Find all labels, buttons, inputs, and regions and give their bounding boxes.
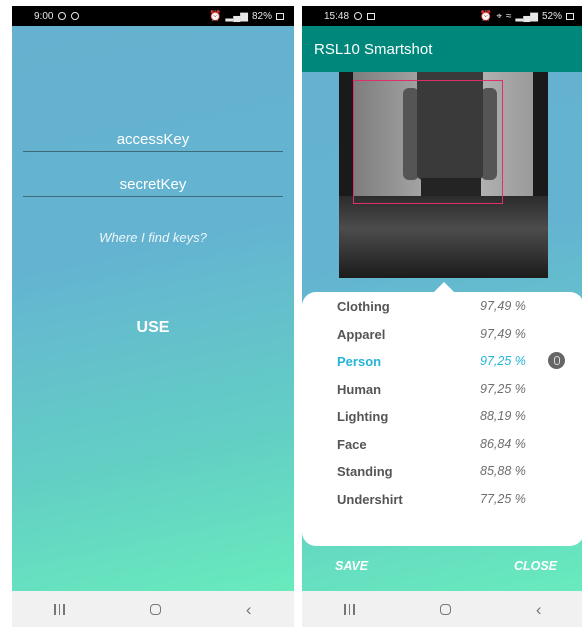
recent-apps-icon[interactable] bbox=[344, 603, 355, 615]
label-confidence: 85,88 % bbox=[480, 464, 526, 478]
secret-key-field[interactable]: secretKey bbox=[23, 176, 283, 197]
close-button[interactable]: CLOSE bbox=[514, 559, 557, 573]
back-icon[interactable]: ‹ bbox=[536, 601, 542, 618]
label-row[interactable]: Clothing 97,49 % bbox=[302, 297, 582, 317]
label-name: Human bbox=[337, 381, 382, 397]
status-time: 9:00 bbox=[34, 10, 54, 22]
camera-icon bbox=[58, 12, 67, 20]
label-name: Lighting bbox=[337, 409, 389, 424]
label-confidence: 97,49 % bbox=[480, 299, 526, 313]
action-bar: SAVE CLOSE bbox=[302, 556, 582, 576]
save-button[interactable]: SAVE bbox=[335, 559, 368, 573]
label-name: Clothing bbox=[337, 299, 390, 314]
battery-icon bbox=[276, 12, 284, 20]
battery-level: 82% bbox=[251, 10, 272, 22]
image-icon bbox=[367, 12, 376, 20]
label-name: Apparel bbox=[337, 326, 386, 342]
find-keys-link[interactable]: Where I find keys? bbox=[12, 230, 294, 245]
label-row[interactable]: Human 97,25 % bbox=[302, 380, 582, 400]
captured-photo bbox=[339, 72, 548, 278]
battery-icon bbox=[566, 12, 574, 20]
home-icon[interactable] bbox=[439, 603, 451, 615]
labels-card: Clothing 97,49 % Apparel 97,49 % Person 97,25… bbox=[302, 292, 582, 546]
wifi-icon: ≈ bbox=[506, 10, 512, 22]
back-icon[interactable]: ‹ bbox=[246, 601, 252, 618]
label-row[interactable]: Standing 85,88 % bbox=[302, 462, 582, 482]
label-confidence: 97,49 % bbox=[480, 326, 526, 341]
navigation-bar: ‹ bbox=[12, 591, 294, 627]
label-confidence: 97,25 % bbox=[480, 381, 526, 396]
status-bar: 15:48 ⏰ ⌖ ≈ ▂▄▆ 52% bbox=[302, 6, 582, 26]
label-name: Face bbox=[337, 436, 367, 452]
label-row[interactable]: Lighting 88,19 % bbox=[302, 407, 582, 427]
label-name: Person bbox=[337, 354, 382, 369]
login-screen: accessKey secretKey Where I find keys? U… bbox=[12, 26, 294, 591]
label-confidence: 97,25 % bbox=[480, 354, 526, 368]
phone-screen-login: 9:00 ⏰ ▂▄▆ 82% accessKey secretKey Where… bbox=[12, 6, 294, 633]
app-title: RSL10 Smartshot bbox=[314, 40, 433, 58]
status-bar: 9:00 ⏰ ▂▄▆ 82% bbox=[12, 6, 294, 26]
label-name: Undershirt bbox=[337, 491, 403, 507]
recent-apps-icon[interactable] bbox=[54, 603, 65, 615]
home-icon[interactable] bbox=[149, 603, 161, 615]
label-confidence: 77,25 % bbox=[480, 491, 526, 506]
alarm-icon: ⏰ bbox=[209, 10, 222, 22]
label-confidence: 86,84 % bbox=[480, 436, 526, 451]
battery-level: 52% bbox=[541, 10, 562, 22]
use-button[interactable]: USE bbox=[12, 319, 294, 337]
label-row[interactable]: Face 86,84 % bbox=[302, 435, 582, 455]
signal-icon: ▂▄▆ bbox=[225, 10, 248, 22]
instagram-icon bbox=[354, 12, 363, 20]
label-name: Standing bbox=[337, 464, 393, 479]
location-icon: ⌖ bbox=[496, 10, 503, 22]
label-row[interactable]: Apparel 97,49 % bbox=[302, 325, 582, 345]
app-bar: RSL10 Smartshot bbox=[302, 26, 582, 72]
detection-box bbox=[353, 80, 503, 204]
label-confidence: 88,19 % bbox=[480, 409, 526, 423]
status-time: 15:48 bbox=[324, 10, 350, 22]
alarm-icon: ⏰ bbox=[479, 10, 493, 22]
phone-screen-results: 15:48 ⏰ ⌖ ≈ ▂▄▆ 52% RSL10 Smartshot Clot… bbox=[302, 6, 582, 633]
access-key-field[interactable]: accessKey bbox=[23, 131, 283, 152]
mic-icon[interactable] bbox=[548, 352, 565, 369]
navigation-bar: ‹ bbox=[302, 591, 582, 627]
label-row[interactable]: Person 97,25 % bbox=[302, 352, 582, 372]
signal-icon: ▂▄▆ bbox=[515, 10, 538, 22]
instagram-icon bbox=[71, 12, 80, 20]
label-row[interactable]: Undershirt 77,25 % bbox=[302, 490, 582, 510]
